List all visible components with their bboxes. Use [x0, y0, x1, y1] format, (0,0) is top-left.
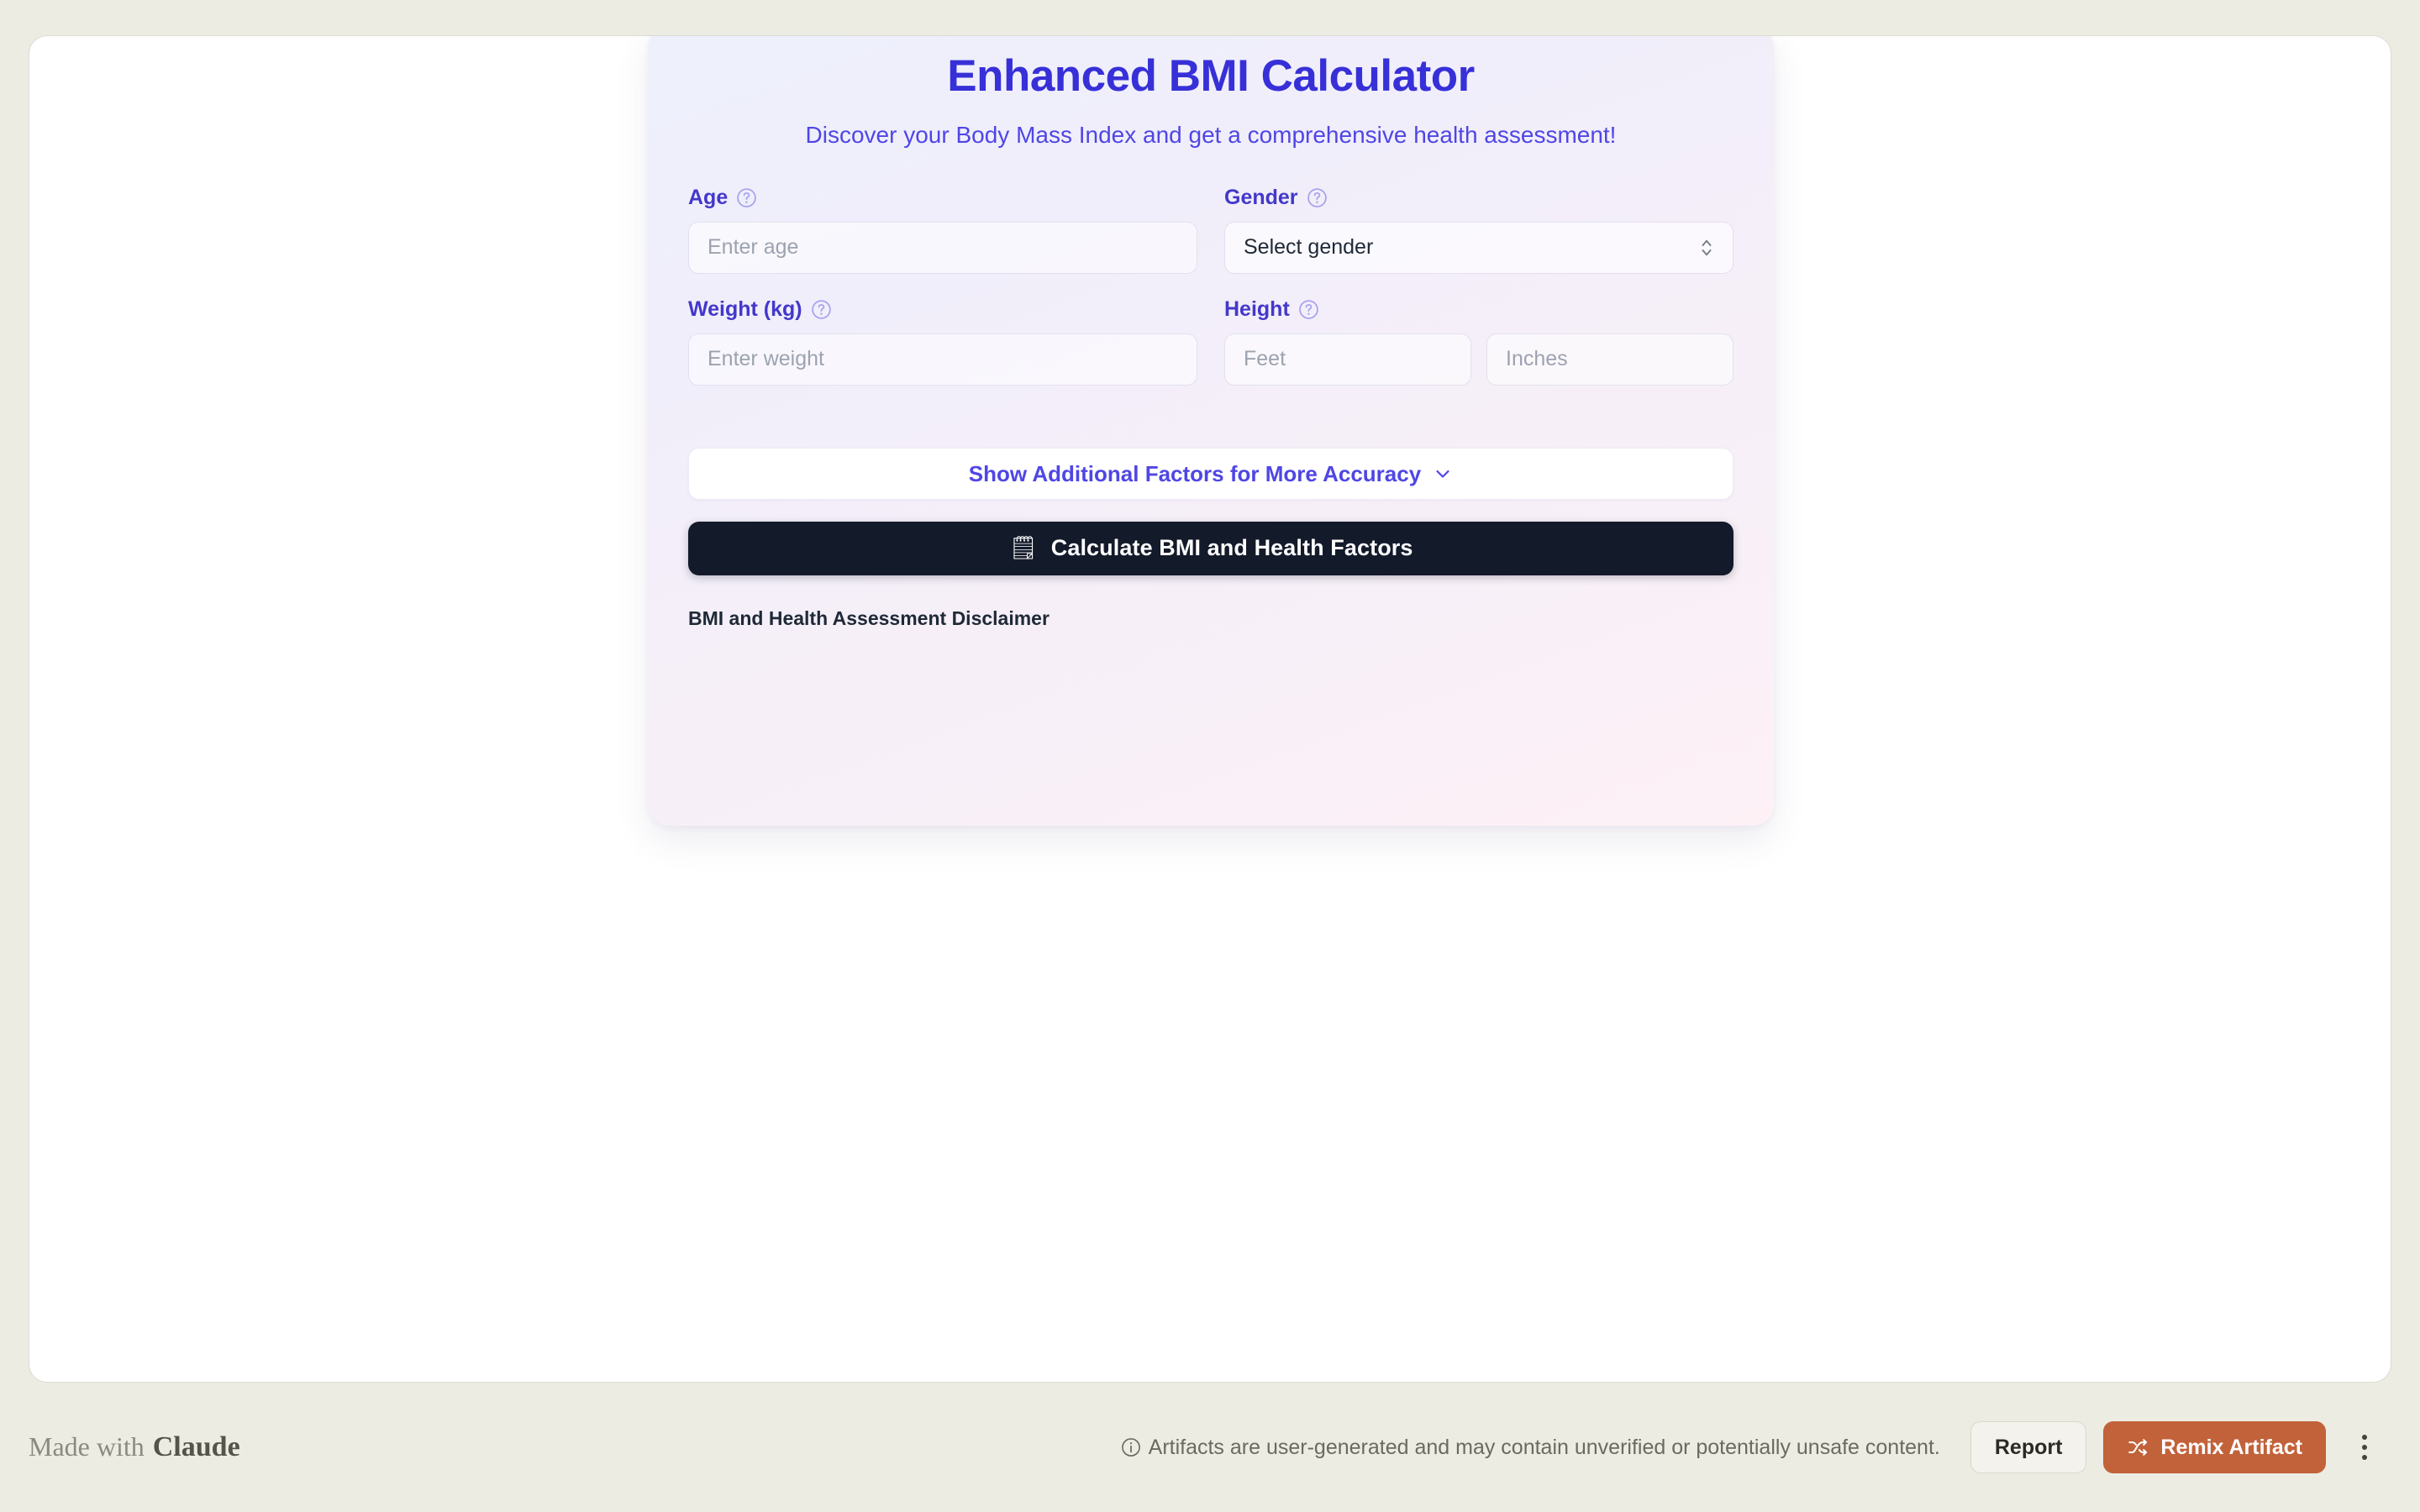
field-group-weight: Weight (kg) [688, 297, 1197, 386]
height-label: Height [1224, 297, 1290, 322]
app-root: Enhanced BMI Calculator Discover your Bo… [0, 0, 2420, 1512]
artifact-notice-text: Artifacts are user-generated and may con… [1148, 1435, 1940, 1459]
gender-label-row: Gender [1224, 186, 1733, 211]
weight-input[interactable] [688, 333, 1197, 386]
gender-label: Gender [1224, 186, 1298, 210]
disclaimer-heading[interactable]: BMI and Health Assessment Disclaimer [688, 608, 1733, 628]
calculate-bmi-button[interactable]: 🗒 Calculate BMI and Health Factors [688, 521, 1733, 575]
remix-artifact-button[interactable]: Remix Artifact [2103, 1421, 2326, 1473]
gender-select[interactable]: Select gender [1224, 221, 1733, 274]
question-circle-icon[interactable] [1298, 299, 1319, 320]
shuffle-icon [2128, 1439, 2148, 1456]
artifact-viewport: Enhanced BMI Calculator Discover your Bo… [29, 35, 2391, 1383]
page-subtitle: Discover your Body Mass Index and get a … [805, 121, 1617, 148]
bmi-form: Age Gender [688, 186, 1733, 386]
claude-wordmark: Claude [152, 1431, 240, 1462]
kebab-dot [2362, 1455, 2367, 1460]
artifact-notice: Artifacts are user-generated and may con… [1120, 1436, 1940, 1460]
show-additional-factors-label: Show Additional Factors for More Accurac… [968, 460, 1422, 486]
height-inputs [1224, 333, 1733, 386]
calculate-bmi-label: Calculate BMI and Health Factors [1050, 535, 1413, 561]
page-title: Enhanced BMI Calculator [947, 51, 1475, 101]
calculator-icon: 🗒 [1008, 535, 1038, 561]
bottom-bar: Made with Claude Artifacts are user-gene… [0, 1383, 2420, 1512]
weight-label: Weight (kg) [688, 297, 802, 322]
question-circle-icon[interactable] [736, 187, 757, 208]
age-label: Age [688, 186, 729, 210]
bmi-calculator-card: Enhanced BMI Calculator Discover your Bo… [648, 36, 1774, 826]
kebab-dot [2362, 1445, 2367, 1450]
question-circle-icon[interactable] [811, 299, 832, 320]
weight-label-row: Weight (kg) [688, 297, 1197, 323]
height-inches-input[interactable] [1486, 333, 1733, 386]
gender-select-value: Select gender [1244, 235, 1374, 260]
age-input[interactable] [688, 221, 1197, 274]
report-button[interactable]: Report [1970, 1421, 2087, 1473]
kebab-menu-icon[interactable] [2346, 1421, 2383, 1473]
height-label-row: Height [1224, 297, 1733, 323]
select-chevrons-icon [1702, 239, 1712, 256]
info-circle-icon [1121, 1438, 1140, 1457]
field-group-gender: Gender Select gender [1224, 186, 1733, 274]
made-with-label: Made with [29, 1431, 145, 1462]
show-additional-factors-button[interactable]: Show Additional Factors for More Accurac… [688, 447, 1733, 500]
kebab-dot [2362, 1435, 2367, 1440]
field-group-age: Age [688, 186, 1197, 274]
made-with-claude: Made with Claude [29, 1431, 240, 1463]
remix-artifact-label: Remix Artifact [2160, 1435, 2302, 1459]
age-label-row: Age [688, 186, 1197, 211]
field-group-height: Height [1224, 297, 1733, 386]
chevron-down-icon [1436, 470, 1449, 478]
question-circle-icon[interactable] [1307, 187, 1328, 208]
height-feet-input[interactable] [1224, 333, 1471, 386]
